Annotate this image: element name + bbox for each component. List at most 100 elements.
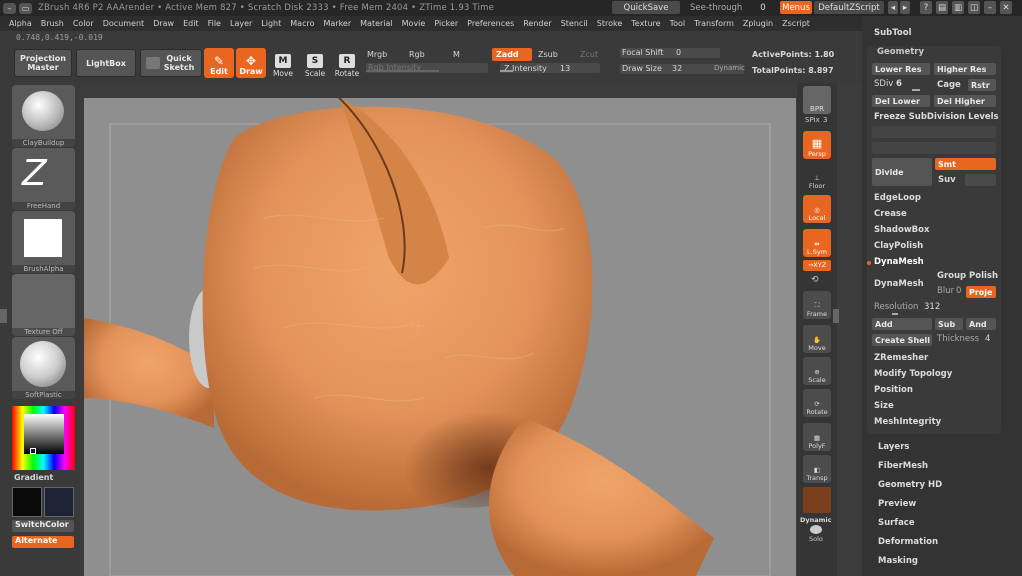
menu-tool[interactable]: Tool xyxy=(670,19,686,28)
lower-res-button[interactable]: Lower Res xyxy=(872,63,930,75)
menu-document[interactable]: Document xyxy=(103,19,144,28)
fibermesh-header[interactable]: FiberMesh xyxy=(878,461,928,471)
menu-stroke[interactable]: Stroke xyxy=(597,19,623,28)
zsub-button[interactable]: Zsub xyxy=(538,50,558,59)
menu-texture[interactable]: Texture xyxy=(631,19,660,28)
maximize-icon[interactable]: ▭ xyxy=(19,2,32,14)
arrow-right-icon[interactable]: ▸ xyxy=(900,1,910,14)
higher-res-button[interactable]: Higher Res xyxy=(934,63,996,75)
gradient-label[interactable]: Gradient xyxy=(14,473,53,482)
resolution-label[interactable]: Resolution xyxy=(874,302,918,312)
project-toggle[interactable]: Proje xyxy=(966,286,996,298)
brush-thumbnail[interactable]: ClayBuildup xyxy=(12,85,75,147)
deformation-header[interactable]: Deformation xyxy=(878,537,938,547)
claypolish-header[interactable]: ClayPolish xyxy=(874,241,923,251)
menu-zscript[interactable]: Zscript xyxy=(782,19,810,28)
floor-button[interactable]: ⊥ Floor xyxy=(803,163,831,191)
rotate-view-button[interactable]: ⟳ Rotate xyxy=(803,389,831,417)
modify-topology-header[interactable]: Modify Topology xyxy=(874,369,952,379)
draw-size-slider[interactable]: Draw Size 32 Dynamic xyxy=(620,64,745,74)
position-header[interactable]: Position xyxy=(874,385,913,395)
reconstruct-subdiv-button[interactable] xyxy=(872,126,996,138)
stroke-thumbnail[interactable]: Z FreeHand xyxy=(12,148,75,210)
secondary-color-swatch[interactable] xyxy=(44,487,74,517)
preview-header[interactable]: Preview xyxy=(878,499,916,509)
dynamesh-header[interactable]: DynaMesh xyxy=(874,257,924,267)
cage-button[interactable]: Cage xyxy=(937,80,961,90)
menu-alpha[interactable]: Alpha xyxy=(9,19,32,28)
menu-transform[interactable]: Transform xyxy=(694,19,734,28)
move-tool-button[interactable]: M Move xyxy=(268,48,298,78)
subtool-header[interactable]: SubTool xyxy=(874,28,912,38)
menu-marker[interactable]: Marker xyxy=(323,19,351,28)
menu-zplugin[interactable]: Zplugin xyxy=(743,19,773,28)
main-color-swatch[interactable] xyxy=(12,487,42,517)
default-zscript-button[interactable]: DefaultZScript xyxy=(814,1,884,14)
see-through-value[interactable]: 0 xyxy=(756,1,770,14)
m-button[interactable]: M xyxy=(453,50,460,59)
menu-picker[interactable]: Picker xyxy=(434,19,458,28)
menu-edit[interactable]: Edit xyxy=(183,19,199,28)
minimize-window-icon[interactable]: – xyxy=(984,1,996,14)
menu-preferences[interactable]: Preferences xyxy=(467,19,514,28)
material-swatch[interactable] xyxy=(803,487,831,513)
rgb-intensity-slider[interactable]: Rgb Intensity xyxy=(366,63,488,73)
surface-header[interactable]: Surface xyxy=(878,518,915,528)
material-thumbnail[interactable]: SoftPlastic xyxy=(12,337,75,399)
menu-brush[interactable]: Brush xyxy=(41,19,64,28)
help-icon[interactable]: ? xyxy=(920,1,932,14)
sub-button[interactable]: Sub xyxy=(935,318,963,330)
texture-thumbnail[interactable]: Texture Off xyxy=(12,274,75,336)
close-icon[interactable]: ✕ xyxy=(1000,1,1012,14)
group-toggle[interactable]: Group xyxy=(937,271,966,281)
menus-button[interactable]: Menus xyxy=(780,1,812,14)
menu-movie[interactable]: Movie xyxy=(402,19,426,28)
canvas-viewport[interactable] xyxy=(84,98,796,576)
quicksave-button[interactable]: QuickSave xyxy=(612,1,680,14)
restore-icon[interactable]: ◫ xyxy=(968,1,980,14)
divide-button[interactable]: Divide xyxy=(872,158,932,186)
convert-bpr-button[interactable] xyxy=(872,142,996,154)
alternate-button[interactable]: Alternate xyxy=(12,536,74,548)
tray-collapse-handle[interactable] xyxy=(0,309,7,323)
strip-collapse-handle[interactable] xyxy=(833,309,839,323)
geometry-header[interactable]: Geometry xyxy=(877,47,924,57)
zcut-button[interactable]: Zcut xyxy=(580,50,598,59)
size-header[interactable]: Size xyxy=(874,401,894,411)
blur-label[interactable]: Blur xyxy=(937,286,954,296)
suv-toggle[interactable]: Suv xyxy=(938,175,956,185)
focal-shift-slider[interactable]: Focal Shift 0 xyxy=(620,48,720,58)
switchcolor-button[interactable]: SwitchColor xyxy=(12,520,74,532)
rotate-tool-button[interactable]: R Rotate xyxy=(332,48,362,78)
menu-light[interactable]: Light xyxy=(261,19,281,28)
zadd-button[interactable]: Zadd xyxy=(492,48,532,61)
freeze-subdivision-button[interactable]: Freeze SubDivision Levels xyxy=(874,112,999,122)
layout-alt-icon[interactable]: ▥ xyxy=(952,1,964,14)
persp-button[interactable]: ▦ Persp xyxy=(803,131,831,159)
draw-button[interactable]: ✥ Draw xyxy=(236,48,266,78)
create-shell-button[interactable]: Create Shell xyxy=(872,334,932,346)
z-intensity-slider[interactable]: Z Intensity 13 xyxy=(500,63,600,73)
xyz-button[interactable]: →XYZ xyxy=(803,260,831,271)
thickness-label[interactable]: Thickness xyxy=(937,334,979,344)
rotation-axis-icon[interactable]: ⟲ xyxy=(811,275,819,285)
dynamic-label[interactable]: Dynamic xyxy=(800,516,832,524)
zremesher-header[interactable]: ZRemesher xyxy=(874,353,928,363)
lightbox-button[interactable]: LightBox xyxy=(76,49,136,77)
bpr-button[interactable]: BPR xyxy=(803,86,831,114)
layout-icon[interactable]: ▤ xyxy=(936,1,948,14)
scale-view-button[interactable]: ⊕ Scale xyxy=(803,357,831,385)
rstr-button[interactable]: Rstr xyxy=(968,79,996,91)
menu-draw[interactable]: Draw xyxy=(153,19,174,28)
move-view-button[interactable]: ✋ Move xyxy=(803,325,831,353)
menu-color[interactable]: Color xyxy=(73,19,94,28)
rgb-button[interactable]: Rgb xyxy=(409,50,425,59)
alpha-thumbnail[interactable]: BrushAlpha xyxy=(12,211,75,273)
geometry-hd-header[interactable]: Geometry HD xyxy=(878,480,942,490)
spix-label[interactable]: SPix xyxy=(805,116,820,124)
frame-button[interactable]: ⛶ Frame xyxy=(803,291,831,319)
local-button[interactable]: ◎ Local xyxy=(803,195,831,223)
masking-header[interactable]: Masking xyxy=(878,556,918,566)
lsym-button[interactable]: ⇹ L.Sym xyxy=(803,229,831,257)
arrow-left-icon[interactable]: ◂ xyxy=(888,1,898,14)
